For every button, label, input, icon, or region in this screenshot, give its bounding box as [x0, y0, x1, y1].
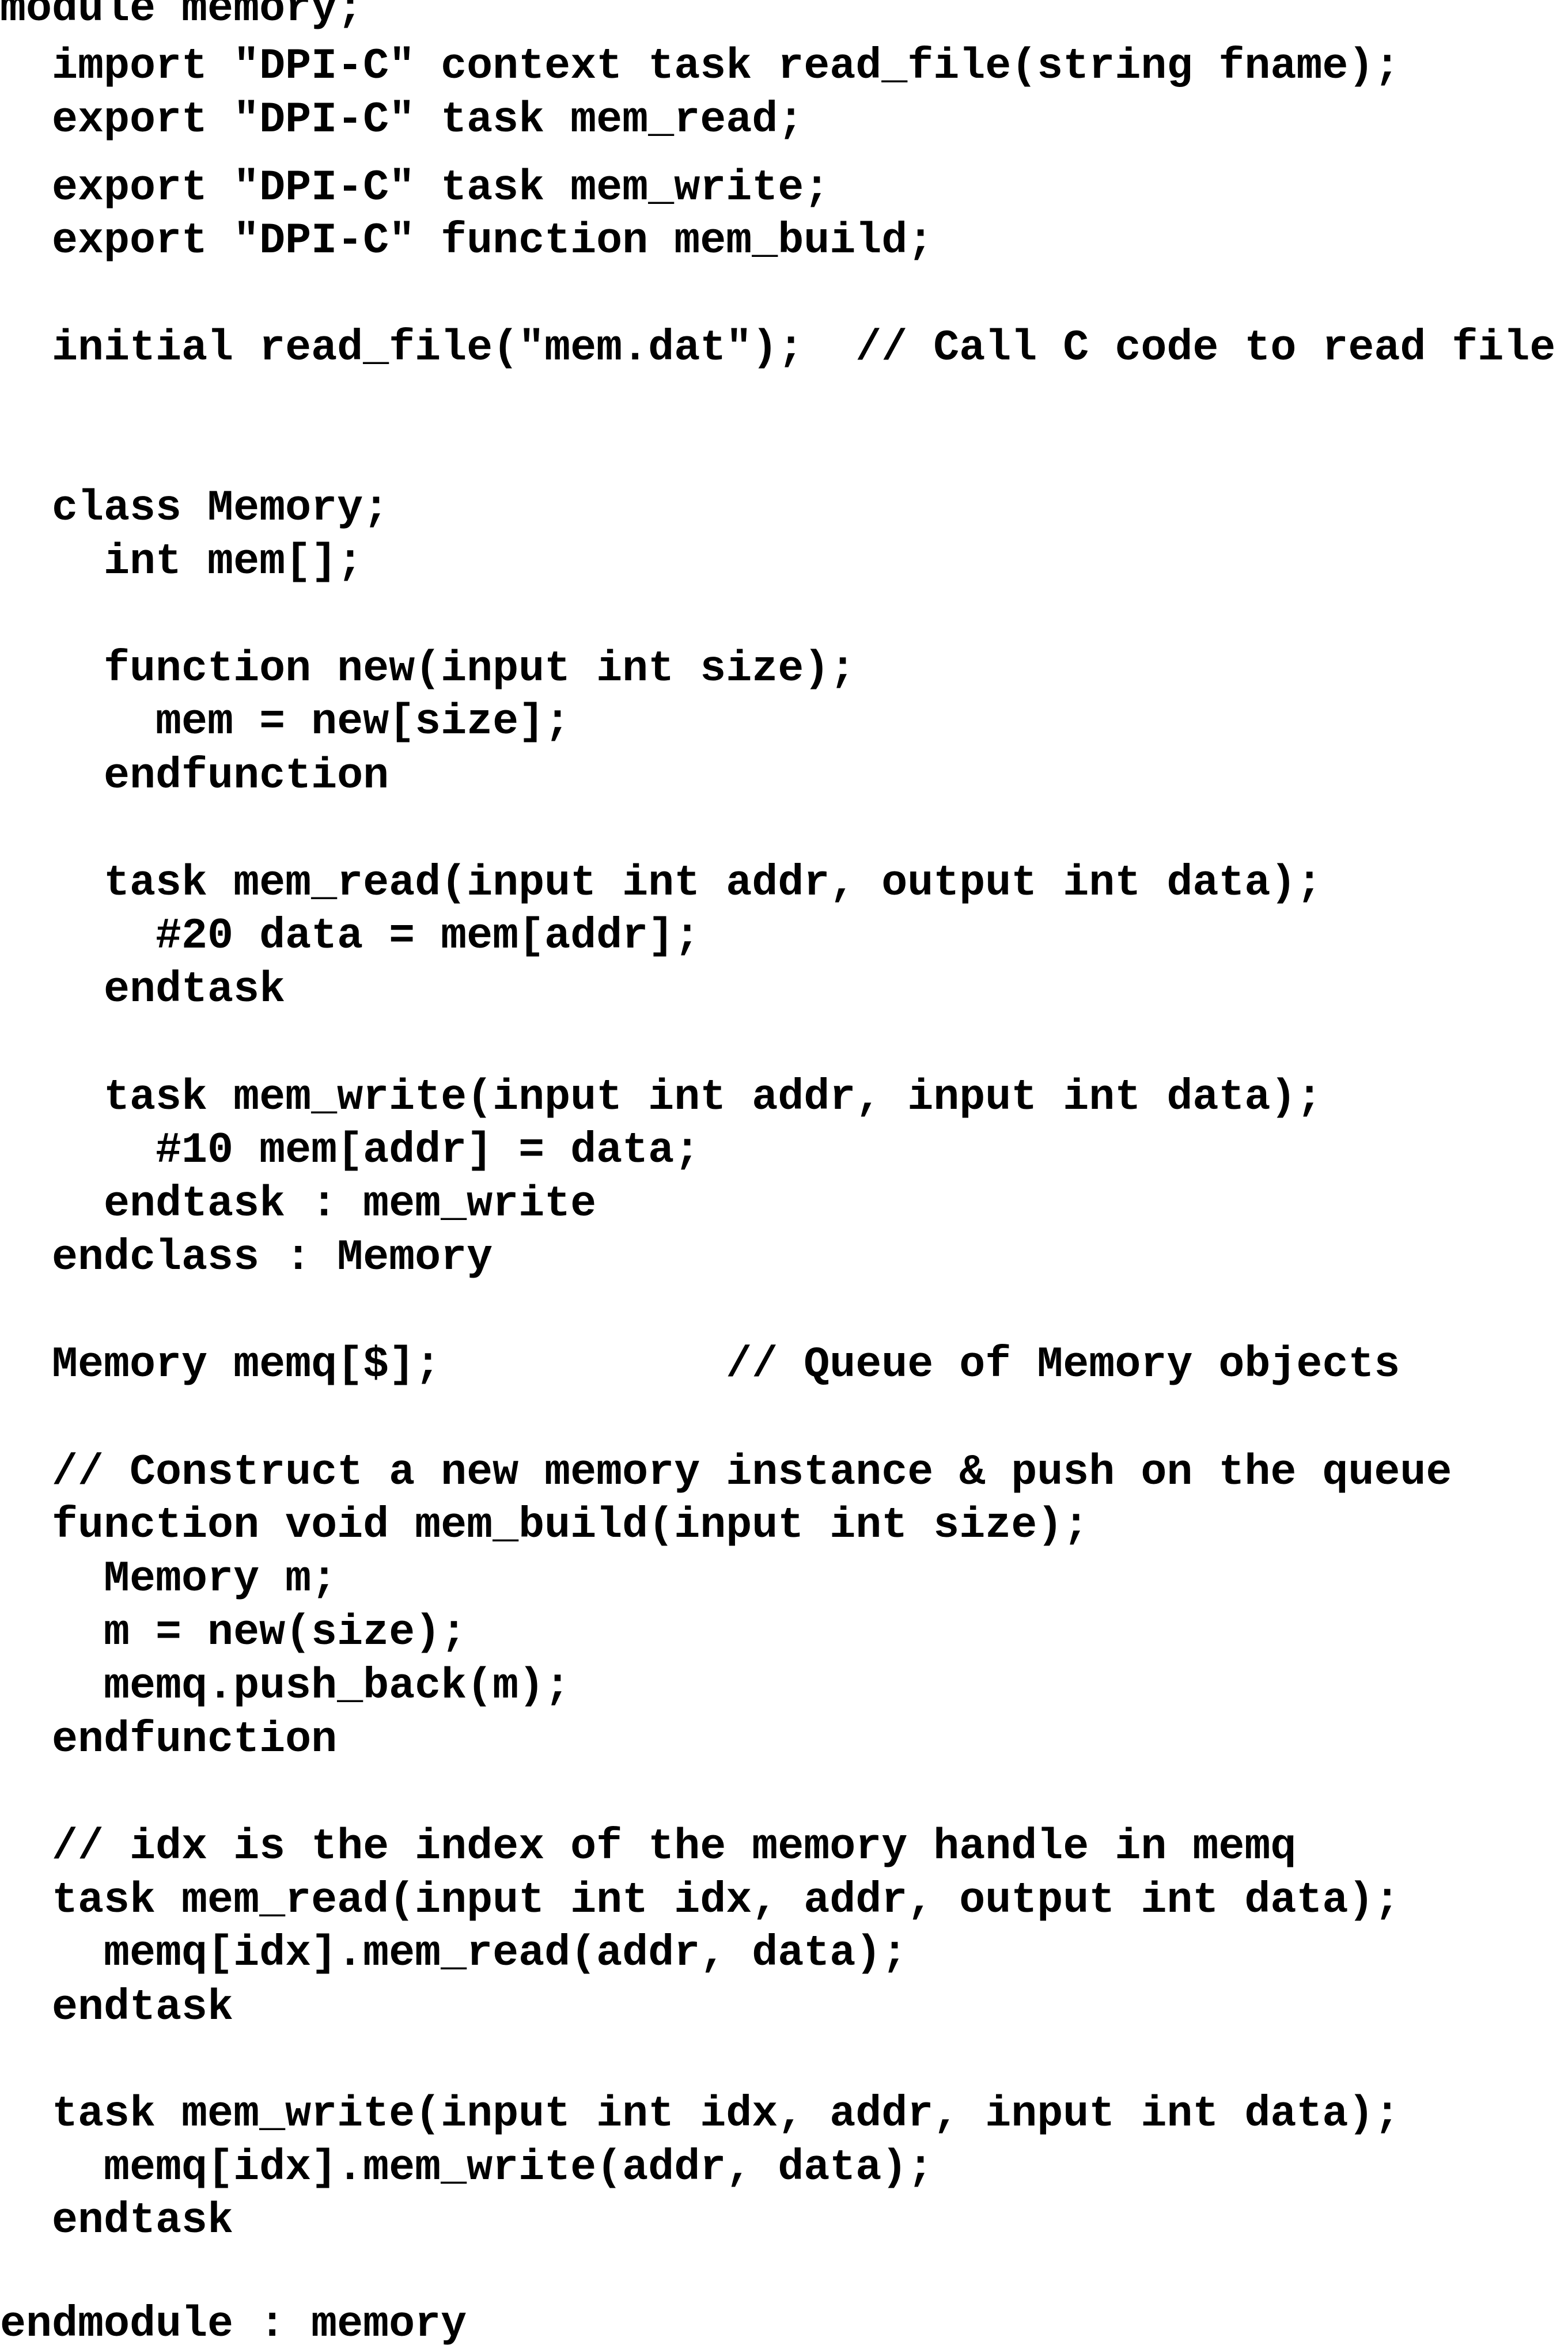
- code-line: task mem_read(input int idx, addr, outpu…: [0, 1876, 1400, 1925]
- code-listing: module memory; import "DPI-C" context ta…: [0, 0, 1568, 2348]
- code-line: endfunction: [0, 1715, 338, 1764]
- code-line: memq[idx].mem_write(addr, data);: [0, 2143, 934, 2192]
- code-line: // Construct a new memory instance & pus…: [0, 1448, 1452, 1497]
- code-line: task mem_write(input int addr, input int…: [0, 1073, 1323, 1122]
- code-line: initial read_file("mem.dat"); // Call C …: [0, 324, 1556, 373]
- code-line: endtask: [0, 2196, 234, 2245]
- code-line: export "DPI-C" task mem_read;: [0, 96, 804, 145]
- code-line: m = new(size);: [0, 1608, 467, 1657]
- code-line: function void mem_build(input int size);: [0, 1501, 1089, 1550]
- code-line: export "DPI-C" task mem_write;: [0, 164, 830, 213]
- code-line: export "DPI-C" function mem_build;: [0, 217, 934, 266]
- code-line: function new(input int size);: [0, 645, 856, 694]
- code-line: Memory m;: [0, 1555, 338, 1604]
- code-line: endfunction: [0, 752, 389, 801]
- code-line: memq.push_back(m);: [0, 1662, 571, 1711]
- code-line: endtask: [0, 1983, 234, 2032]
- code-line: // idx is the index of the memory handle…: [0, 1823, 1297, 1871]
- code-line: mem = new[size];: [0, 698, 571, 747]
- code-line: class Memory;: [0, 484, 389, 533]
- code-line: import "DPI-C" context task read_file(st…: [0, 42, 1400, 91]
- code-line: task mem_read(input int addr, output int…: [0, 859, 1323, 908]
- code-line: endclass : Memory: [0, 1233, 493, 1282]
- code-line: #10 mem[addr] = data;: [0, 1126, 700, 1175]
- code-line: #20 data = mem[addr];: [0, 912, 700, 961]
- code-line: int mem[];: [0, 537, 363, 586]
- code-line: endtask: [0, 965, 286, 1014]
- code-line: endtask : mem_write: [0, 1180, 597, 1229]
- code-line: module memory;: [0, 0, 363, 33]
- code-line: task mem_write(input int idx, addr, inpu…: [0, 2090, 1400, 2139]
- code-line: memq[idx].mem_read(addr, data);: [0, 1929, 908, 1978]
- code-line: endmodule : memory: [0, 2300, 467, 2349]
- code-line: Memory memq[$]; // Queue of Memory objec…: [0, 1340, 1400, 1389]
